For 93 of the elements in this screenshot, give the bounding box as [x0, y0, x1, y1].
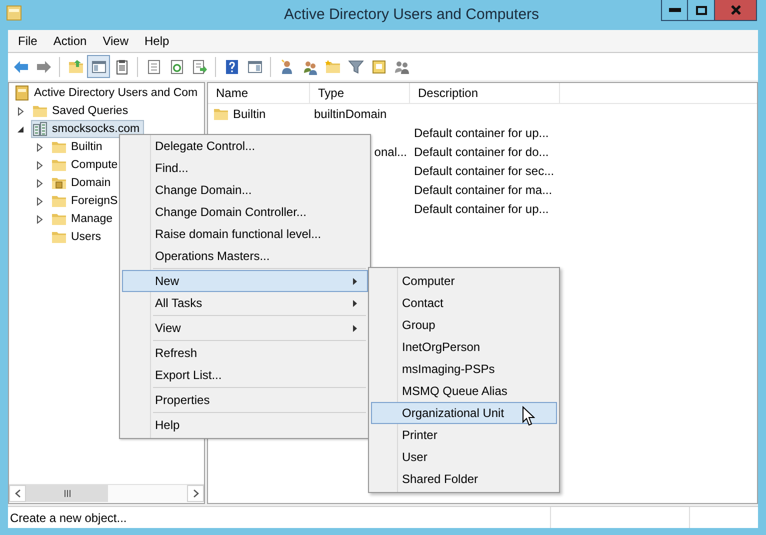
tree-item[interactable]: Users	[50, 228, 106, 246]
group-icon	[394, 58, 410, 74]
help-icon	[224, 58, 240, 74]
maximize-icon	[696, 6, 706, 14]
maximize-button[interactable]	[688, 0, 715, 21]
table-cell: Default container for do...	[414, 144, 549, 158]
menu-item[interactable]: Delegate Control...	[122, 135, 368, 157]
filter-icon	[348, 58, 364, 74]
scroll-left-button[interactable]	[9, 485, 26, 502]
pane-icon	[90, 58, 106, 74]
menu-item[interactable]: Printer	[371, 424, 557, 446]
tree-item[interactable]: Compute	[50, 156, 122, 174]
toolbar-button[interactable]	[87, 55, 110, 78]
mouse-pointer-icon	[522, 406, 535, 427]
menu-item[interactable]: msImaging-PSPs	[371, 358, 557, 380]
table-cell: onal...	[374, 144, 407, 158]
menu-item[interactable]: Operations Masters...	[122, 245, 368, 267]
right-arrow-icon	[36, 58, 52, 74]
table-cell: Default container for up...	[414, 126, 549, 140]
menu-item[interactable]: Help	[122, 414, 368, 436]
menu-item[interactable]: View	[96, 34, 136, 48]
minimize-button[interactable]	[661, 0, 688, 21]
submenu-arrow-icon	[353, 324, 357, 332]
menu-item[interactable]: Action	[46, 34, 94, 48]
document-icon	[146, 58, 162, 74]
menu-item[interactable]: Properties	[122, 389, 368, 411]
table-cell: Default container for up...	[414, 202, 549, 216]
users-icon	[302, 58, 318, 74]
folder-icon	[32, 103, 48, 119]
table-cell: builtinDomain	[314, 106, 387, 120]
grip-icon	[64, 490, 70, 497]
submenu-arrow-icon	[353, 278, 357, 284]
menu-item[interactable]: Change Domain...	[122, 179, 368, 201]
tree-item[interactable]: Active Directory Users and Com	[13, 84, 202, 102]
folder-icon	[324, 58, 340, 74]
refresh-icon	[168, 58, 184, 74]
horizontal-scrollbar[interactable]	[9, 484, 204, 502]
tree-item[interactable]: Manage	[50, 210, 117, 228]
close-icon	[730, 5, 742, 15]
menu-item[interactable]: InetOrgPerson	[371, 336, 557, 358]
tree-item[interactable]: Domain	[50, 174, 115, 192]
directory-icon	[14, 85, 30, 101]
folder-icon	[51, 157, 67, 173]
user-icon	[278, 58, 294, 74]
menu-item[interactable]: All Tasks	[122, 292, 368, 314]
menu-item[interactable]: Find...	[122, 157, 368, 179]
menu-item[interactable]: New	[122, 270, 368, 292]
scrollbar-thumb[interactable]	[26, 485, 108, 502]
table-cell: Default container for ma...	[414, 182, 552, 196]
folder-icon	[51, 229, 67, 245]
tree-item[interactable]: smocksocks.com	[31, 120, 144, 138]
menu-item[interactable]: Shared Folder	[371, 468, 557, 490]
menu-item[interactable]: Export List...	[122, 364, 368, 386]
menu-item[interactable]: Group	[371, 314, 557, 336]
tree-item[interactable]: Builtin	[50, 138, 106, 156]
folder-icon	[51, 139, 67, 155]
menu-item[interactable]: Computer	[371, 270, 557, 292]
table-cell: Default container for sec...	[414, 164, 554, 178]
scroll-right-button[interactable]	[187, 485, 204, 502]
column-header[interactable]: Description	[410, 83, 560, 103]
minimize-icon	[668, 8, 680, 12]
tree-item[interactable]: ForeignS	[50, 192, 122, 210]
menu-item[interactable]: Help	[138, 34, 176, 48]
menu-item[interactable]: User	[371, 446, 557, 468]
menu-item[interactable]: Change Domain Controller...	[122, 201, 368, 223]
close-button[interactable]	[715, 0, 757, 21]
column-header[interactable]: Name	[208, 83, 310, 103]
menu-item[interactable]: Refresh	[122, 342, 368, 364]
folder-icon	[51, 175, 67, 191]
domain-icon	[32, 121, 48, 137]
note-icon	[370, 58, 386, 74]
folder-arrow-icon	[68, 58, 84, 74]
menu-item[interactable]: MSMQ Queue Alias	[371, 380, 557, 402]
window-title: Active Directory Users and Computers	[282, 5, 540, 23]
menu-item[interactable]: Raise domain functional level...	[122, 223, 368, 245]
chevron-left-icon	[14, 489, 20, 498]
menu-item[interactable]: Organizational Unit	[371, 402, 557, 424]
folder-icon	[51, 211, 67, 227]
clipboard-icon	[114, 58, 130, 74]
menu-item[interactable]: File	[11, 34, 44, 48]
menu-item[interactable]: Contact	[371, 292, 557, 314]
folder-icon	[51, 193, 67, 209]
submenu-arrow-icon	[353, 300, 357, 306]
app-icon	[6, 5, 22, 21]
chevron-right-icon	[192, 489, 198, 498]
column-header[interactable]: Type	[310, 83, 410, 103]
left-arrow-icon	[12, 58, 28, 74]
list-item[interactable]: Builtin	[213, 106, 266, 122]
tree-item[interactable]: Saved Queries	[31, 102, 132, 120]
status-text: Create a new object...	[8, 507, 551, 528]
pane-icon	[246, 58, 262, 74]
export-icon	[192, 58, 208, 74]
menu-item[interactable]: View	[122, 317, 368, 339]
